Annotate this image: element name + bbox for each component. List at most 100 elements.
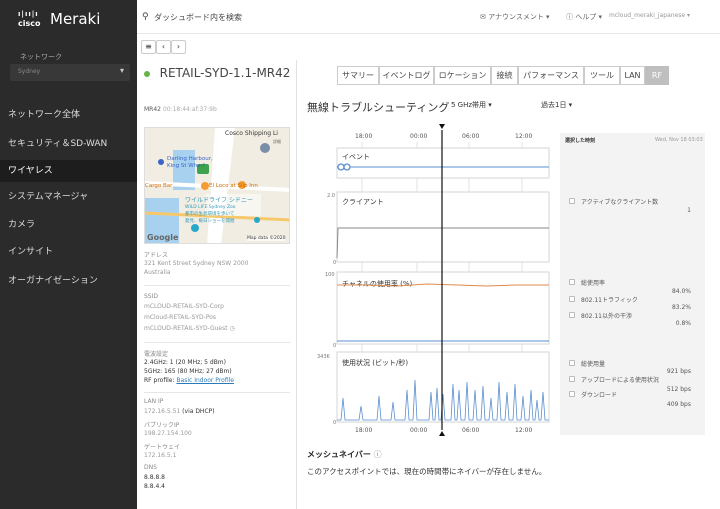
map-label: Cosco Shipping Li: [225, 130, 278, 137]
x-tick-label: 12:00: [515, 427, 532, 434]
upload-checkbox[interactable]: [569, 376, 575, 382]
tab-connections[interactable]: 接続: [491, 66, 518, 85]
map-label: Darling Harbour, King St Wharf: [167, 156, 213, 169]
sidebar-item-network-wide[interactable]: ネットワーク全体: [0, 104, 137, 126]
ssid-item: mCloud-RETAIL-SYD-Pos: [144, 314, 217, 321]
dns-value: 8.8.4.4: [144, 483, 165, 490]
upload-label: アップロードによる使用状況: [581, 377, 659, 384]
x-tick-label: 00:00: [410, 133, 427, 140]
device-mac: 00:18:44:af:37:9b: [162, 106, 217, 113]
non-wifi-label: 802.11以外の干渉: [581, 313, 632, 320]
clock-icon: ◷: [229, 325, 235, 332]
y-axis-min: 0: [333, 420, 336, 426]
y-axis-max: 343K: [317, 354, 331, 360]
next-button[interactable]: ›: [171, 40, 186, 54]
meraki-logo[interactable]: Meraki: [50, 10, 100, 28]
tab-event-log[interactable]: イベントログ: [379, 66, 434, 85]
event-marker[interactable]: [343, 163, 351, 171]
top-bar: ⚲ ダッシュボード内を検索 ✉ アナウンスメント ▾ ⓘ ヘルプ ▾ mclou…: [137, 0, 720, 34]
device-model: MR42 00:18:44:af:37:9b: [144, 106, 217, 113]
x-tick-label: 12:00: [515, 133, 532, 140]
non-wifi-checkbox[interactable]: [569, 312, 575, 318]
util-total-label: 総使用率: [581, 280, 606, 287]
event-marker[interactable]: [337, 163, 345, 171]
info-icon[interactable]: ⓘ: [374, 450, 382, 459]
dns-value: 8.8.8.8: [144, 474, 165, 481]
active-clients-label: アクティブなクライアント数: [581, 199, 659, 206]
tab-summary[interactable]: サマリー: [337, 66, 379, 85]
download-checkbox[interactable]: [569, 391, 575, 397]
y-axis-max: 2.0: [327, 193, 335, 199]
list-icon: ≡: [145, 42, 152, 51]
x-tick-label: 18:00: [355, 427, 372, 434]
sidebar-item-systems-manager[interactable]: システムマネージャ: [0, 186, 137, 208]
map-detail-link[interactable]: 詳細: [273, 139, 281, 145]
sidebar-item-wireless[interactable]: ワイヤレス: [0, 160, 137, 182]
cursor-handle-top[interactable]: [439, 124, 445, 129]
device-location-map[interactable]: Cosco Shipping Li 詳細 Darling Harbour, Kin…: [144, 127, 290, 244]
y-axis-max: 100: [325, 272, 335, 278]
sidebar-item-cameras[interactable]: カメラ: [0, 214, 137, 236]
sidebar-item-insight[interactable]: インサイト: [0, 241, 137, 263]
network-select-value: Sydney: [18, 68, 41, 75]
rf-profile-link[interactable]: Basic Indoor Profile: [176, 377, 234, 384]
chevron-left-icon: ‹: [161, 42, 166, 51]
status-online-icon: [144, 71, 150, 77]
y-axis-min: 0: [333, 343, 336, 349]
band-select[interactable]: 5 GHz帯用 ▾: [451, 100, 492, 110]
wifi-traffic-checkbox[interactable]: [569, 296, 575, 302]
radio-settings-label: 電波設定: [144, 351, 169, 358]
map-attribution: Map data ©2020: [247, 236, 286, 241]
mesh-neighbors-title: メッシュネイバー ⓘ: [307, 450, 382, 459]
non-wifi-value: 0.8%: [675, 320, 691, 327]
mesh-neighbors-text: このアクセスポイントでは、現在の時間帯にネイバーが存在しません。: [307, 467, 547, 476]
dns-label: DNS: [144, 464, 157, 471]
tab-rf[interactable]: RF: [645, 66, 669, 85]
tab-tools[interactable]: ツール: [584, 66, 620, 85]
rf-chart[interactable]: 18:00 00:00 06:00 12:00 イベント 2.0 クライアント …: [307, 120, 557, 440]
usage-total-value: 921 bps: [666, 368, 691, 375]
x-tick-label: 06:00: [462, 133, 479, 140]
device-name[interactable]: RETAIL-SYD-1.1-MR42: [152, 65, 292, 81]
search-icon: ⚲: [142, 12, 149, 22]
usage-total-checkbox[interactable]: [569, 360, 575, 366]
clients-panel-title: クライアント: [342, 198, 384, 206]
network-select[interactable]: Sydney ▾: [10, 64, 130, 81]
previous-button[interactable]: ‹: [156, 40, 171, 54]
selected-time-label: 選択した時刻: [565, 138, 596, 144]
gateway-value: 172.16.5.1: [144, 452, 177, 459]
util-total-checkbox[interactable]: [569, 279, 575, 285]
device-panel: RETAIL-SYD-1.1-MR42 MR42 00:18:44:af:37:…: [137, 60, 297, 509]
time-range-select[interactable]: 過去1日 ▾: [541, 100, 572, 110]
sidebar-item-security-sdwan[interactable]: セキュリティ＆SD-WAN: [0, 133, 137, 155]
google-logo: Google: [147, 233, 179, 242]
rf-profile: RF profile: Basic Indoor Profile: [144, 377, 234, 384]
usage-total-label: 総使用量: [581, 361, 606, 368]
channel-util-title: チャネルの使用率 (%): [342, 279, 413, 288]
page-title: 無線トラブルシューティング: [307, 101, 450, 114]
util-total-value: 84.0%: [671, 288, 691, 295]
tab-performance[interactable]: パフォーマンス: [518, 66, 584, 85]
sidebar-item-organization[interactable]: オーガナイゼーション: [0, 270, 137, 292]
x-tick-label: 00:00: [410, 427, 427, 434]
divider: [144, 392, 290, 393]
help-menu[interactable]: ⓘ ヘルプ ▾: [566, 12, 602, 22]
chevron-right-icon: ›: [176, 42, 181, 51]
tab-lan[interactable]: LAN: [620, 66, 645, 85]
map-label: El Loco at Slip Inn: [209, 183, 258, 189]
announcements-menu[interactable]: ✉ アナウンスメント ▾: [480, 12, 550, 22]
search-input[interactable]: ダッシュボード内を検索: [154, 12, 242, 23]
public-ip-label: パブリックIP: [144, 422, 180, 429]
active-clients-checkbox[interactable]: [569, 198, 575, 204]
user-menu[interactable]: mcloud_meraki_japanese ▾: [609, 12, 690, 19]
address-label: アドレス: [144, 252, 169, 259]
list-view-button[interactable]: ≡: [141, 40, 156, 54]
lan-ip-value: 172.16.5.51 (via DHCP): [144, 408, 215, 415]
map-label: Cargo Bar: [145, 183, 173, 189]
chevron-down-icon: ▾: [119, 66, 124, 75]
usage-panel-title: 使用状況 (ビット/秒): [342, 358, 408, 367]
radio-24ghz: 2.4GHz: 1 (20 MHz; 5 dBm): [144, 359, 226, 366]
map-label: ワイルドライフ シドニー WILD LIFE Sydney Zoo 都市の生息環…: [185, 197, 253, 225]
tab-location[interactable]: ロケーション: [434, 66, 491, 85]
cursor-handle-bottom[interactable]: [439, 431, 445, 436]
